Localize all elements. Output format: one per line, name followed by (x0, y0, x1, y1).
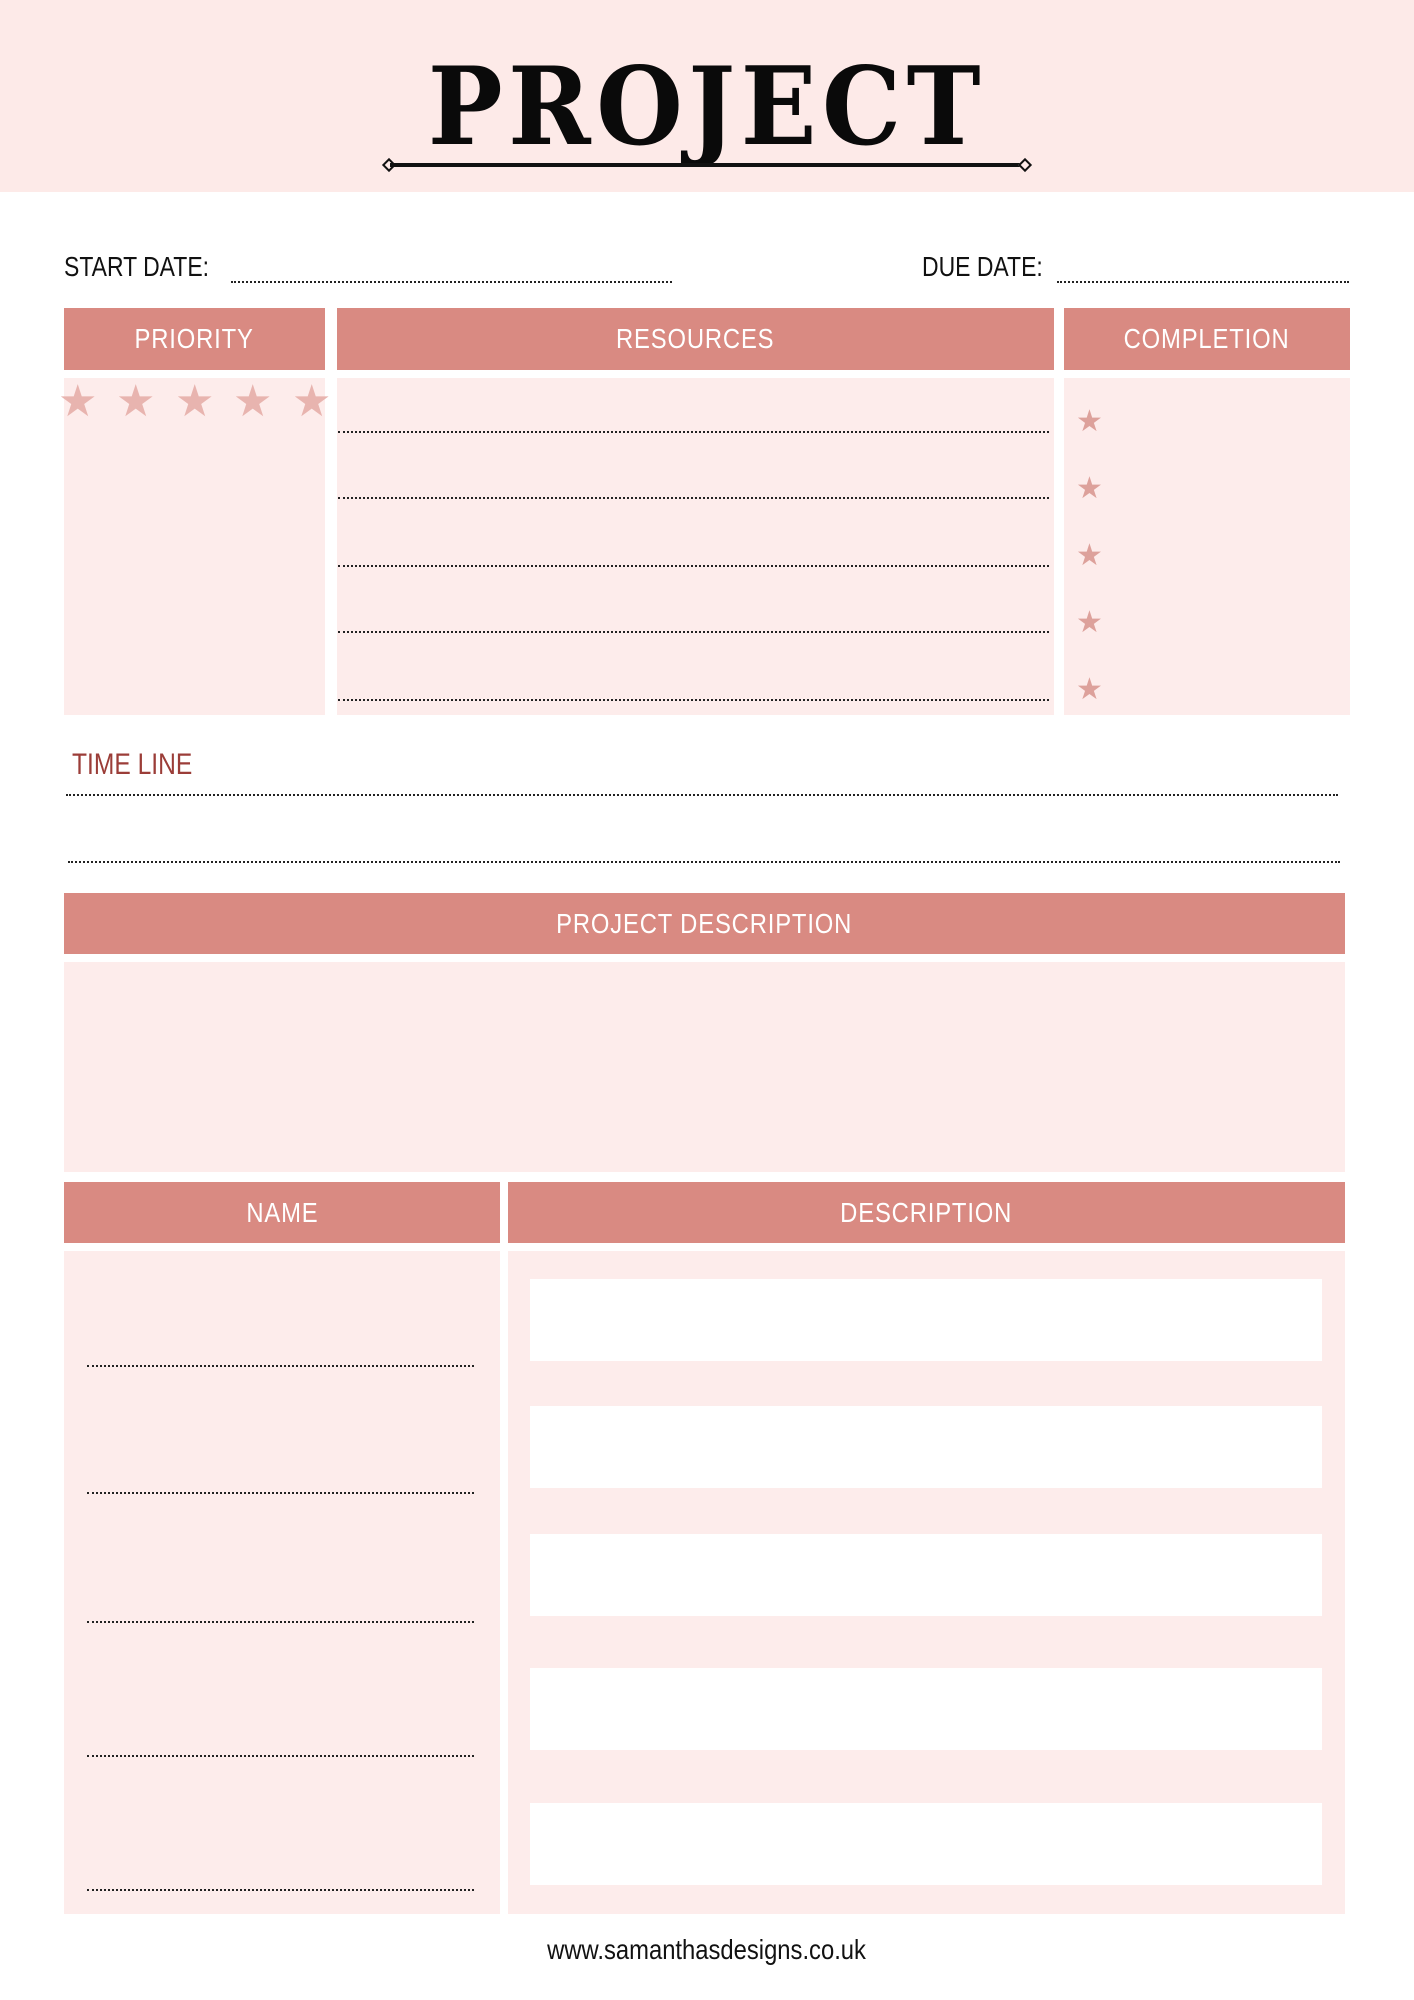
resources-header: RESOURCES (337, 308, 1054, 370)
timeline-label: TIME LINE (72, 748, 193, 781)
project-description-field[interactable] (64, 962, 1345, 1172)
resources-label: RESOURCES (616, 323, 775, 354)
project-description-header: PROJECT DESCRIPTION (64, 893, 1345, 954)
completion-star-icon[interactable]: ★ (1076, 474, 1103, 504)
completion-header: COMPLETION (1064, 308, 1350, 370)
priority-panel (64, 378, 325, 715)
priority-star-icon[interactable]: ★ (233, 380, 272, 424)
resources-panel (337, 378, 1054, 715)
resources-line[interactable] (338, 431, 1049, 433)
description-box[interactable] (530, 1803, 1322, 1885)
name-line[interactable] (87, 1492, 474, 1494)
resources-line[interactable] (338, 631, 1049, 633)
completion-label: COMPLETION (1124, 323, 1290, 354)
footer-website: www.samanthasdesigns.co.uk (0, 1934, 1414, 1966)
timeline-line[interactable] (68, 861, 1340, 863)
description-box[interactable] (530, 1668, 1322, 1750)
priority-header: PRIORITY (64, 308, 325, 370)
description-header: DESCRIPTION (508, 1182, 1345, 1243)
due-date-label: DUE DATE: (922, 251, 1043, 282)
priority-label: PRIORITY (134, 323, 255, 354)
name-line[interactable] (87, 1621, 474, 1623)
name-panel (64, 1251, 500, 1914)
page-title: PROJECT (427, 44, 987, 170)
resources-line[interactable] (338, 497, 1049, 499)
due-date-field[interactable] (1057, 281, 1349, 283)
completion-panel (1064, 378, 1350, 715)
name-line[interactable] (87, 1755, 474, 1757)
name-header: NAME (64, 1182, 500, 1243)
completion-star-icon[interactable]: ★ (1076, 608, 1103, 638)
completion-star-icon[interactable]: ★ (1076, 407, 1103, 437)
description-box[interactable] (530, 1279, 1322, 1361)
name-label: NAME (245, 1196, 319, 1228)
timeline-line[interactable] (66, 794, 1338, 796)
priority-star-icon[interactable]: ★ (175, 380, 214, 424)
completion-star-icon[interactable]: ★ (1076, 541, 1103, 571)
description-label: DESCRIPTION (840, 1196, 1013, 1228)
priority-star-icon[interactable]: ★ (58, 380, 97, 424)
name-line[interactable] (87, 1889, 474, 1891)
name-line[interactable] (87, 1365, 474, 1367)
priority-star-icon[interactable]: ★ (292, 380, 331, 424)
resources-line[interactable] (338, 565, 1049, 567)
description-box[interactable] (530, 1534, 1322, 1616)
title-underline (390, 163, 1030, 167)
priority-star-icon[interactable]: ★ (116, 380, 155, 424)
completion-star-icon[interactable]: ★ (1076, 675, 1103, 705)
description-box[interactable] (530, 1406, 1322, 1488)
resources-line[interactable] (338, 699, 1049, 701)
start-date-field[interactable] (231, 281, 672, 283)
start-date-label: START DATE: (64, 251, 210, 282)
footer-website-text: www.samanthasdesigns.co.uk (547, 1934, 867, 1965)
project-description-label: PROJECT DESCRIPTION (556, 907, 853, 939)
